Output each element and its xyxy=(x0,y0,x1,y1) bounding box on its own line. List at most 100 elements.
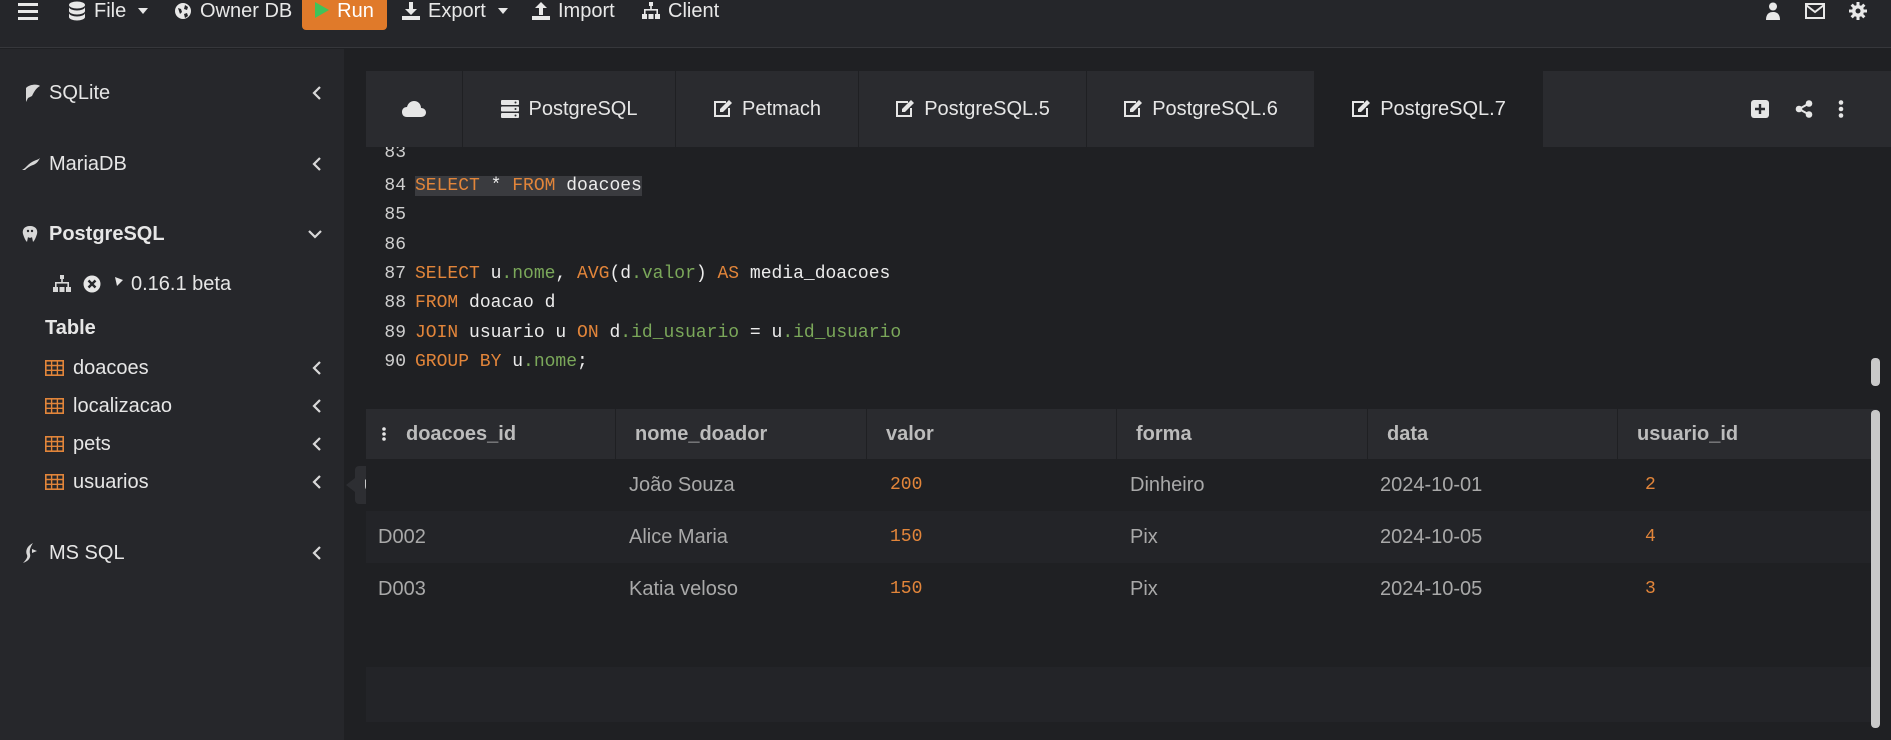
grid-cell[interactable]: Pix xyxy=(1130,563,1158,615)
sidebar-item-mssql[interactable]: MS SQL xyxy=(0,535,344,571)
upload-icon xyxy=(532,2,550,20)
grid-cell[interactable]: D003 xyxy=(378,563,426,615)
sitemap-icon xyxy=(642,2,660,19)
column-header[interactable]: usuario_id xyxy=(1618,409,1877,459)
grid-cell[interactable]: Pix xyxy=(1130,511,1158,563)
chevron-left-icon xyxy=(312,399,321,413)
sidebar-item-postgresql[interactable]: PostgreSQL xyxy=(0,216,344,252)
code-token: .id_usuario xyxy=(782,322,902,343)
run-button[interactable]: Run xyxy=(302,0,387,30)
share-button[interactable] xyxy=(1795,71,1813,147)
code-token: .id_usuario xyxy=(620,322,740,343)
sql-editor[interactable]: 83 84 SELECT * FROM doacoes 85 86 87 SELEC… xyxy=(366,147,1877,386)
sidebar-table-item[interactable]: doacoes xyxy=(0,353,344,383)
tab-postgresql-5[interactable]: PostgreSQL.5 xyxy=(859,71,1087,147)
code-token: GROUP BY xyxy=(415,351,502,372)
grid-cell[interactable]: 2024-10-05 xyxy=(1380,511,1482,563)
tab-postgresql-7[interactable]: PostgreSQL.7 xyxy=(1315,71,1543,147)
share-icon xyxy=(1795,100,1813,118)
sidebar-item-sqlite[interactable]: SQLite xyxy=(0,75,344,111)
code-token: SELECT xyxy=(415,263,480,284)
gear-icon[interactable] xyxy=(1849,0,1867,22)
envelope-icon[interactable] xyxy=(1805,0,1825,22)
results-scrollbar[interactable] xyxy=(1871,410,1880,728)
code-line: 85 xyxy=(366,200,415,229)
chevron-left-icon xyxy=(312,157,321,171)
code-token: doacao d xyxy=(458,292,556,313)
code-token: ON xyxy=(577,322,599,343)
grid-cell[interactable]: 3 xyxy=(1645,563,1656,615)
grid-cell[interactable]: 200 xyxy=(890,459,922,511)
tab-cloud[interactable] xyxy=(366,71,463,147)
line-number: 84 xyxy=(384,175,406,196)
grid-cell[interactable]: 2 xyxy=(1645,459,1656,511)
play-icon xyxy=(315,2,330,18)
column-header[interactable]: forma xyxy=(1117,409,1368,459)
user-icon[interactable] xyxy=(1766,0,1780,22)
grid-cell[interactable]: 2024-10-05 xyxy=(1380,563,1482,615)
grid-cell[interactable]: 150 xyxy=(890,511,922,563)
grid-cell[interactable]: Alice Maria xyxy=(629,511,728,563)
sidebar-item-label: SQLite xyxy=(49,81,111,104)
line-number: 87 xyxy=(384,263,406,284)
line-number: 89 xyxy=(384,322,406,343)
table-row[interactable]: D002 Alice Maria 150 Pix 2024-10-05 4 xyxy=(366,511,1877,563)
chevron-left-icon xyxy=(312,361,321,375)
run-label: Run xyxy=(337,0,374,22)
grid-cell[interactable]: 2024-10-01 xyxy=(1380,459,1482,511)
tab-petmach[interactable]: Petmach xyxy=(676,71,859,147)
client-button[interactable]: Client xyxy=(642,0,719,22)
close-circle-icon[interactable] xyxy=(83,275,101,293)
seal-icon xyxy=(22,158,40,170)
tab-postgresql[interactable]: PostgreSQL xyxy=(463,71,676,147)
grid-cell[interactable]: Katia veloso xyxy=(629,563,738,615)
more-options-button[interactable] xyxy=(1838,71,1844,147)
chevron-down-icon xyxy=(138,8,149,14)
editor-tabs: PostgreSQL Petmach PostgreSQL.5 PostgreS… xyxy=(366,71,1891,147)
column-header-label: nome_doador xyxy=(635,422,768,445)
client-label: Client xyxy=(668,0,720,22)
column-header[interactable]: data xyxy=(1368,409,1618,459)
column-header-label: forma xyxy=(1136,422,1192,445)
chevron-left-icon xyxy=(312,437,321,451)
column-header[interactable]: valor xyxy=(867,409,1117,459)
import-label: Import xyxy=(558,0,615,22)
sidebar-table-item[interactable]: pets xyxy=(0,429,344,459)
new-tab-button[interactable] xyxy=(1751,71,1769,147)
top-toolbar: File Owner DB Run Export Import Client xyxy=(0,0,1891,48)
tab-postgresql-6[interactable]: PostgreSQL.6 xyxy=(1087,71,1315,147)
line-number: 83 xyxy=(384,147,406,163)
grid-cell[interactable]: D002 xyxy=(378,511,426,563)
sitemap-icon[interactable] xyxy=(53,275,71,293)
sidebar-table-item[interactable]: usuarios xyxy=(0,467,344,497)
sidebar-item-label: MariaDB xyxy=(49,152,127,175)
vertical-ellipsis-icon[interactable] xyxy=(382,427,386,441)
sidebar-table-item[interactable]: localizacao xyxy=(0,391,344,421)
tab-label: PostgreSQL.7 xyxy=(1380,97,1506,120)
import-button[interactable]: Import xyxy=(532,0,615,22)
empty-row xyxy=(366,667,1877,722)
file-menu[interactable]: File xyxy=(68,0,149,22)
grid-cell[interactable]: João Souza xyxy=(629,459,735,511)
table-heading-row: Table xyxy=(0,313,344,343)
editor-scrollbar[interactable] xyxy=(1871,358,1880,386)
sidebar: SQLite MariaDB PostgreSQL 0.16.1 beta Ta… xyxy=(0,49,344,740)
code-token: .nome xyxy=(523,351,578,372)
table-row[interactable]: D003 Katia veloso 150 Pix 2024-10-05 3 xyxy=(366,563,1877,615)
column-header[interactable]: doacoes_id xyxy=(366,409,616,459)
code-token: d xyxy=(598,322,621,343)
plus-square-icon xyxy=(1751,100,1769,118)
sidebar-item-mariadb[interactable]: MariaDB xyxy=(0,146,344,182)
menu-icon[interactable] xyxy=(18,0,38,22)
grid-cell[interactable]: 4 xyxy=(1645,511,1656,563)
owner-db-menu[interactable]: Owner DB xyxy=(174,0,292,22)
sidebar-item-label: MS SQL xyxy=(49,541,125,564)
code-line: 84 SELECT * FROM doacoes xyxy=(366,171,642,200)
table-row[interactable]: João Souza 200 Dinheiro 2024-10-01 2 xyxy=(366,459,1877,511)
code-token: SELECT xyxy=(415,175,480,196)
code-line: 90 GROUP BY u .nome; xyxy=(366,347,587,376)
export-menu[interactable]: Export xyxy=(402,0,508,22)
grid-cell[interactable]: Dinheiro xyxy=(1130,459,1204,511)
grid-cell[interactable]: 150 xyxy=(890,563,922,615)
column-header[interactable]: nome_doador xyxy=(616,409,867,459)
